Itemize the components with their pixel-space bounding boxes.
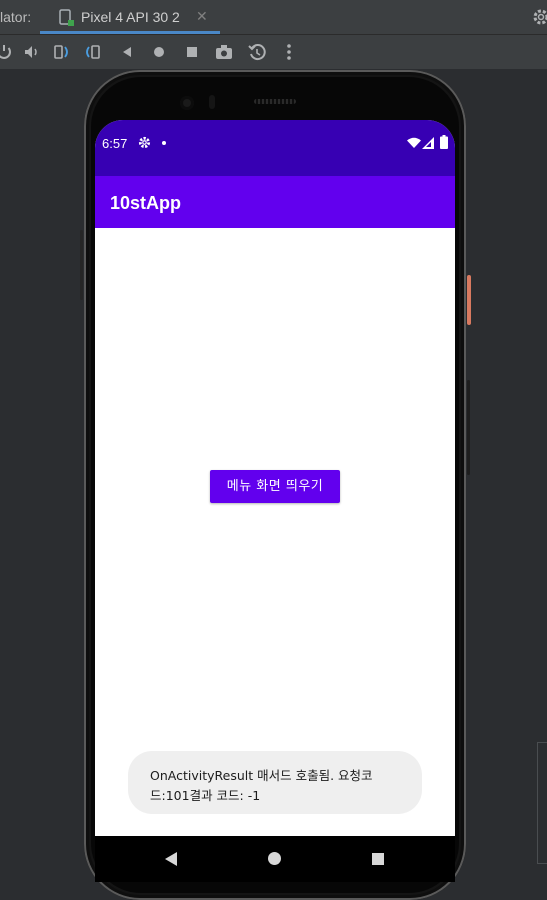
overview-icon[interactable] xyxy=(182,42,202,62)
volume-button[interactable] xyxy=(467,380,470,475)
status-bar: 6:57 xyxy=(95,120,455,176)
show-menu-button[interactable]: 메뉴 화면 띄우기 xyxy=(210,470,340,503)
side-button-left xyxy=(80,230,83,300)
tab-device-pixel4[interactable]: Pixel 4 API 30 2 ✕ xyxy=(40,0,220,34)
device-screen: 6:57 10stApp 메뉴 화면 띄우기 OnActivityResult … xyxy=(95,120,455,836)
side-panel-handle[interactable] xyxy=(537,742,547,864)
toast-line-2: 드:101결과 코드: -1 xyxy=(150,788,261,803)
front-camera xyxy=(180,96,194,110)
power-button[interactable] xyxy=(467,275,471,325)
app-bar: 10stApp xyxy=(95,176,455,228)
home-icon[interactable] xyxy=(149,42,169,62)
device-icon xyxy=(59,9,74,26)
volume-up-icon[interactable] xyxy=(22,42,42,62)
toast-message: OnActivityResult 매서드 호출됨. 요청코 드:101결과 코드… xyxy=(128,751,422,814)
rotate-left-icon[interactable] xyxy=(52,42,72,62)
settings-notification-icon xyxy=(138,136,151,149)
tab-title: Pixel 4 API 30 2 xyxy=(81,9,180,25)
snapshot-icon[interactable] xyxy=(247,42,267,62)
emulator-tab-bar: lator: Pixel 4 API 30 2 ✕ xyxy=(0,0,547,35)
signal-icon xyxy=(422,137,434,149)
emulator-panel-label: lator: xyxy=(0,9,32,25)
recents-icon[interactable] xyxy=(372,853,384,865)
navigation-bar xyxy=(95,836,455,882)
toast-line-1: OnActivityResult 매서드 호출됨. 요청코 xyxy=(150,768,373,783)
wifi-icon xyxy=(407,137,421,148)
notification-dot-icon xyxy=(162,141,166,145)
screenshot-icon[interactable] xyxy=(214,42,234,62)
earpiece-speaker xyxy=(254,99,296,104)
gear-icon[interactable] xyxy=(532,8,547,26)
proximity-sensor xyxy=(209,95,215,109)
more-icon[interactable] xyxy=(279,42,299,62)
back-icon[interactable] xyxy=(164,852,178,866)
close-tab-icon[interactable]: ✕ xyxy=(196,9,208,25)
battery-icon xyxy=(440,135,448,149)
home-icon[interactable] xyxy=(268,852,281,865)
app-title: 10stApp xyxy=(110,193,182,213)
rotate-right-icon[interactable] xyxy=(83,42,103,62)
back-icon[interactable] xyxy=(117,42,137,62)
status-time: 6:57 xyxy=(102,136,128,151)
power-icon[interactable] xyxy=(0,42,14,62)
